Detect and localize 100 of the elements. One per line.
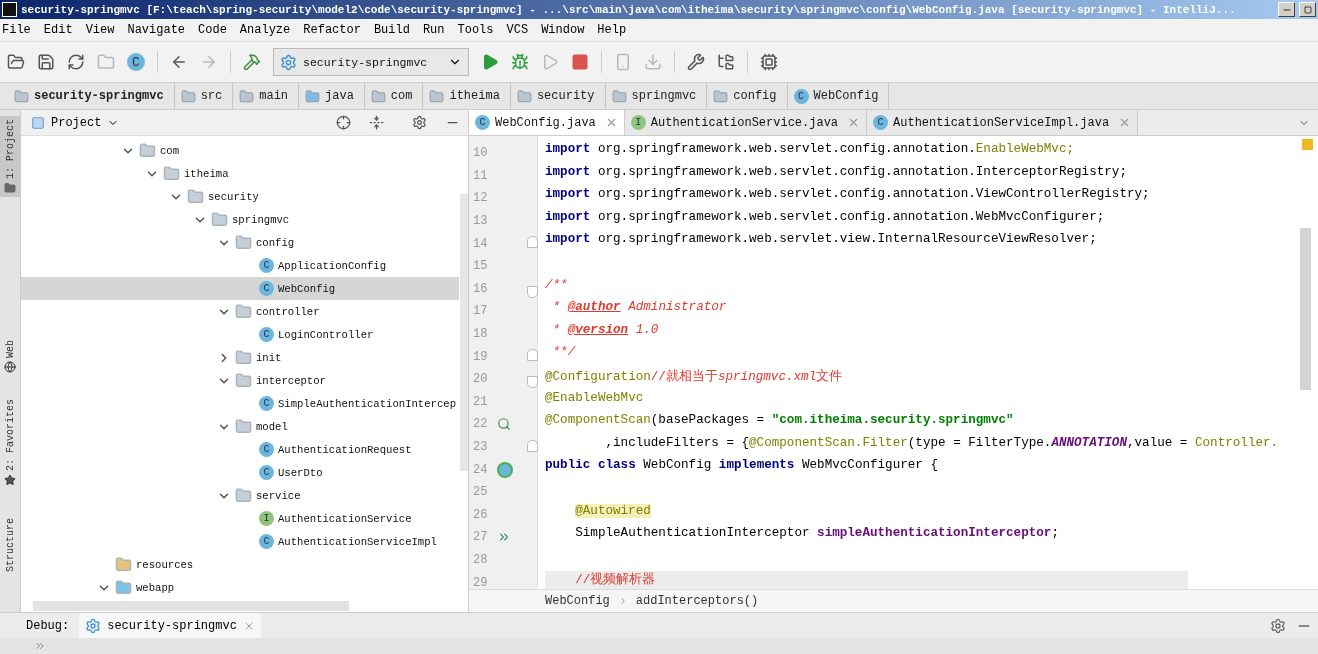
tree-row[interactable]: C AuthenticationRequest [21, 438, 459, 461]
breadcrumb-item[interactable]: src [174, 83, 234, 109]
tree-row[interactable]: init [21, 346, 459, 369]
code-line: **/ [551, 345, 577, 362]
line-number: 21 [472, 394, 489, 409]
resources-folder-icon [115, 556, 132, 573]
menu-item[interactable]: Build [373, 23, 417, 37]
menu-item[interactable]: Run [422, 23, 452, 37]
wrench-button[interactable] [687, 53, 705, 71]
menu-item[interactable]: Code [198, 23, 234, 37]
project-view-dropdown[interactable]: Project [31, 115, 120, 130]
folder-icon [239, 88, 255, 104]
tree-row[interactable]: C SimpleAuthenticationIntercep [21, 392, 459, 415]
sync-button[interactable] [67, 53, 85, 71]
breadcrumb-item[interactable]: C WebConfig [787, 83, 890, 109]
save-button[interactable] [37, 53, 55, 71]
breadcrumb-item[interactable]: security [510, 83, 606, 109]
breadcrumb-item[interactable]: itheima [423, 83, 511, 109]
stop-button[interactable] [571, 53, 589, 71]
tree-row[interactable]: resources [21, 553, 459, 576]
tree-row[interactable]: config [21, 231, 459, 254]
minimize-button[interactable] [1278, 2, 1295, 17]
class-icon: C [259, 396, 274, 411]
build-button[interactable] [243, 53, 261, 71]
tree-row[interactable]: springmvc [21, 208, 459, 231]
structure-button[interactable] [717, 53, 735, 71]
fold-marker-icon[interactable] [527, 285, 538, 298]
breadcrumb-item[interactable]: springmvc [605, 83, 708, 109]
more-icon[interactable] [34, 640, 46, 652]
tool-window-tab[interactable]: 2: Favorites [0, 396, 20, 490]
tool-window-tab[interactable]: 1: Project [0, 116, 20, 197]
debug-label: Debug: [26, 618, 70, 633]
debug-tab[interactable]: security-springmvc [79, 613, 261, 638]
line-number: 15 [472, 259, 489, 274]
line-number: 17 [472, 304, 489, 319]
scrollbar-thumb[interactable] [1300, 228, 1311, 390]
menu-item[interactable]: Navigate [127, 23, 193, 37]
scrollbar-thumb[interactable] [33, 601, 349, 611]
class-button[interactable]: C [127, 53, 145, 71]
menu-item[interactable]: Help [597, 23, 634, 37]
code-line: import org.springframework.web.servlet.view.InternalResourceViewResolver; [545, 232, 1098, 249]
open-button[interactable] [7, 53, 25, 71]
menu-item[interactable]: Refactor [303, 23, 368, 37]
breadcrumb-item[interactable]: java [299, 83, 365, 109]
menu-item[interactable]: Tools [457, 23, 501, 37]
tree-row[interactable]: model [21, 415, 459, 438]
breadcrumb-item[interactable]: security-springmvc [8, 83, 175, 109]
collapse-all-icon[interactable] [369, 115, 384, 130]
tree-row[interactable]: service [21, 484, 459, 507]
locate-icon[interactable] [336, 115, 351, 130]
breadcrumb-item[interactable]: main [233, 83, 300, 109]
tree-row[interactable]: C ApplicationConfig [21, 254, 459, 277]
tree-row[interactable]: I AuthenticationService [21, 507, 459, 530]
warning-marker-icon[interactable] [1302, 139, 1313, 150]
settings-icon[interactable] [412, 115, 427, 130]
debug-button[interactable] [511, 53, 529, 71]
tool-window-tab[interactable]: Structure [0, 515, 20, 576]
line-number: 12 [472, 191, 489, 206]
menu-item[interactable]: View [85, 23, 122, 37]
run-button[interactable] [481, 53, 499, 71]
editor-tab[interactable]: C AuthenticationServiceImpl.java [867, 110, 1139, 135]
fold-marker-icon[interactable] [527, 349, 538, 362]
tree-row[interactable]: security [21, 185, 459, 208]
tree-row[interactable]: webapp [21, 576, 459, 599]
breadcrumb-item[interactable]: config [707, 83, 788, 109]
editor-tab[interactable]: C WebConfig.java [469, 110, 625, 135]
breadcrumb-item[interactable]: com [364, 83, 424, 109]
interface-icon: I [630, 115, 646, 130]
tree-row[interactable]: com [21, 139, 459, 162]
tree-row[interactable]: itheima [21, 162, 459, 185]
fold-marker-icon[interactable] [527, 375, 538, 388]
editor-tab[interactable]: I AuthenticationService.java [624, 110, 868, 135]
menu-item[interactable]: Edit [43, 23, 80, 37]
class-icon: C [259, 465, 274, 480]
menu-item[interactable]: File [2, 23, 38, 37]
breadcrumb-item[interactable]: WebConfig [545, 594, 610, 608]
settings-icon[interactable] [1270, 617, 1286, 634]
class-icon: C [259, 327, 274, 342]
tool-window-tab[interactable]: Web [0, 337, 20, 377]
run-configuration-dropdown[interactable]: security-springmvc [273, 48, 469, 76]
project-structure-icon [717, 53, 735, 71]
tree-row[interactable]: interceptor [21, 369, 459, 392]
bean-class-icon[interactable] [497, 461, 513, 478]
tree-row[interactable]: C AuthenticationServiceImpl [21, 530, 459, 553]
tree-row[interactable]: C UserDto [21, 461, 459, 484]
menu-item[interactable]: Window [541, 23, 592, 37]
scrollbar-thumb[interactable] [460, 194, 468, 471]
breadcrumb-item[interactable]: addInterceptors() [635, 594, 759, 608]
tree-row[interactable]: C WebConfig [21, 277, 459, 300]
tree-row[interactable]: controller [21, 300, 459, 323]
code-line: public class WebConfig implements WebMvcConfigurer { [545, 458, 939, 475]
restore-button[interactable] [1299, 2, 1316, 17]
menu-item[interactable]: VCS [506, 23, 536, 37]
fold-marker-icon[interactable] [527, 236, 538, 249]
tree-row[interactable]: C LoginController [21, 323, 459, 346]
bean-search-icon[interactable] [497, 417, 511, 432]
menu-item[interactable]: Analyze [239, 23, 298, 37]
fold-marker-icon[interactable] [527, 439, 538, 452]
back-button[interactable] [170, 53, 188, 71]
sdk-button[interactable] [760, 53, 778, 71]
